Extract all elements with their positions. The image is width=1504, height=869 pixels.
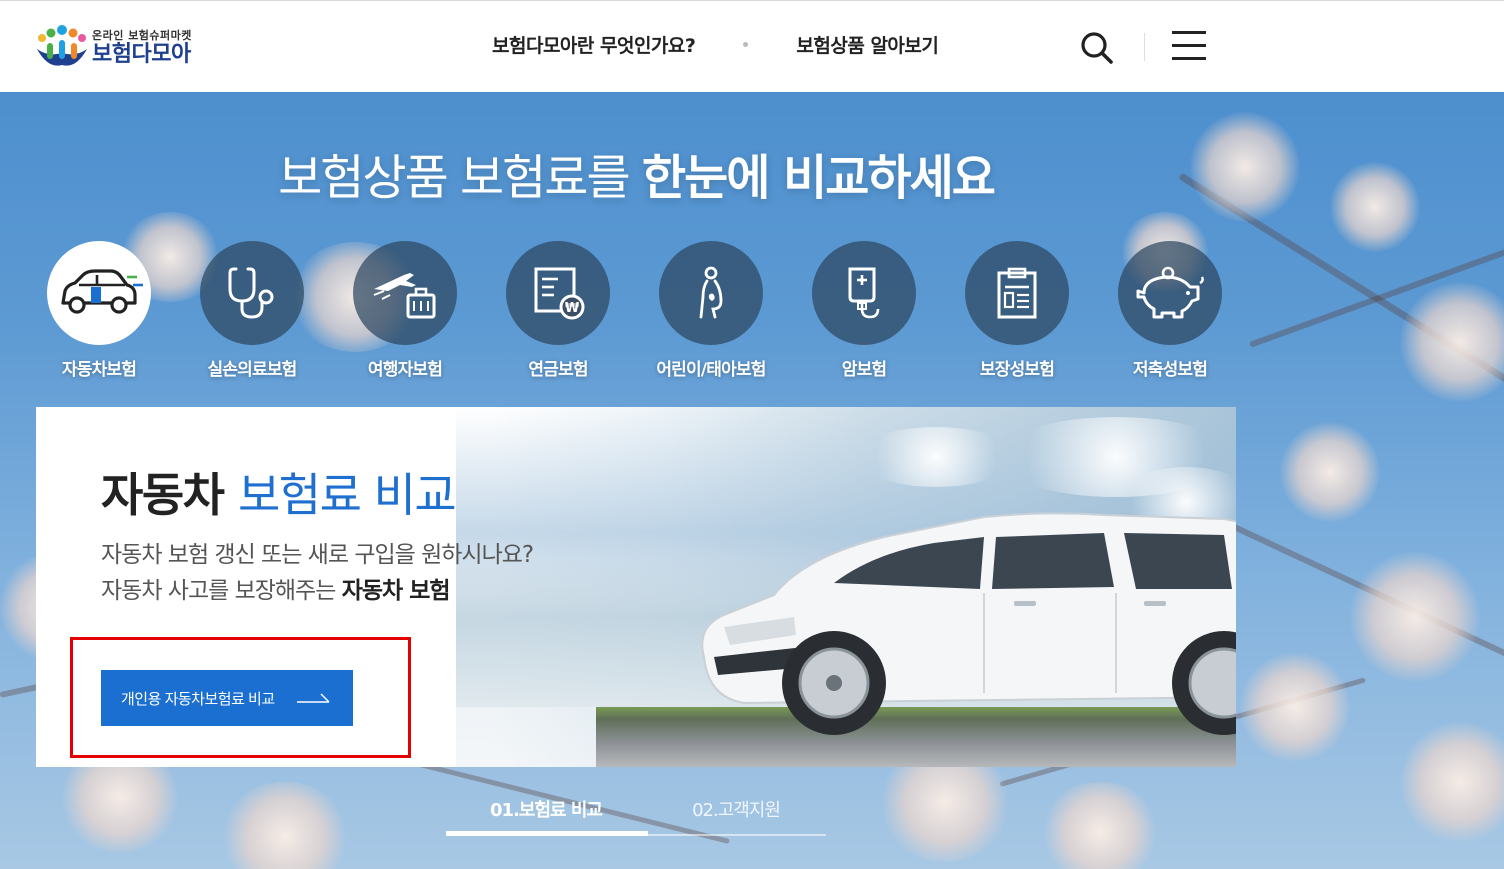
card-description-line1: 자동차 보험 갱신 또는 새로 구입을 원하시나요? [101, 542, 534, 568]
site-header: 온라인 보험슈퍼마켓 보험다모아 보험다모아란 무엇인가요? 보험상품 알아보기 [0, 0, 1504, 92]
tab-customer-support[interactable]: 02.고객지원 [646, 792, 826, 836]
hero-title-light: 보험상품 보험료를 [278, 150, 631, 206]
stethoscope-icon [228, 267, 274, 319]
category-label: 암보험 [841, 360, 887, 380]
category-label: 보장성보험 [979, 360, 1055, 380]
clipboard-icon [997, 267, 1037, 319]
category-pension-insurance[interactable]: ₩ 연금보험 [483, 241, 633, 380]
tab-underline [646, 834, 826, 836]
category-label: 자동차보험 [61, 360, 137, 380]
category-protection-insurance[interactable]: 보장성보험 [942, 241, 1092, 380]
product-card: 자동차 보험료 비교 자동차 보험 갱신 또는 새로 구입을 원하시나요? 자동… [36, 407, 1236, 767]
iv-bag-icon [848, 267, 880, 319]
category-label: 연금보험 [528, 360, 588, 380]
pension-document-icon: ₩ [534, 267, 585, 320]
nav-about[interactable]: 보험다모아란 무엇인가요? [492, 31, 696, 58]
site-logo[interactable]: 온라인 보험슈퍼마켓 보험다모아 [34, 23, 214, 73]
search-button[interactable] [1079, 30, 1115, 66]
card-title-blue: 보험료 비교 [237, 468, 457, 522]
hero-section: 보험상품 보험료를 한눈에 비교하세요 자동차보험 실손의료보험 여행자보험 ₩… [0, 92, 1504, 869]
logo-people-icon [34, 25, 90, 71]
category-savings-insurance[interactable]: 저축성보험 [1095, 241, 1245, 380]
airplane-luggage-icon [373, 273, 436, 319]
card-description-line2: 자동차 사고를 보장해주는 자동차 보험 [101, 573, 533, 609]
nav-products[interactable]: 보험상품 알아보기 [796, 31, 938, 58]
hero-title-strong: 한눈에 비교하세요 [641, 150, 996, 206]
arrow-right-icon [297, 693, 330, 703]
card-title-dark: 자동차 [101, 468, 225, 522]
card-title: 자동차 보험료 비교 [101, 459, 457, 525]
category-label: 여행자보험 [367, 360, 443, 380]
category-child-insurance[interactable]: 어린이/태아보험 [636, 241, 786, 380]
card-description: 자동차 보험 갱신 또는 새로 구입을 원하시나요? 자동차 사고를 보장해주는… [101, 537, 534, 609]
insurance-category-list: 자동차보험 실손의료보험 여행자보험 ₩ 연금보험 어린이/태아보험 암보험 보… [46, 241, 1236, 381]
category-label: 어린이/태아보험 [656, 360, 766, 380]
logo-title: 보험다모아 [92, 41, 191, 67]
pregnant-woman-icon [699, 266, 723, 319]
category-medical-insurance[interactable]: 실손의료보험 [177, 241, 327, 380]
logo-subtitle: 온라인 보험슈퍼마켓 [92, 28, 192, 42]
svg-text:₩: ₩ [565, 301, 580, 316]
main-nav: 보험다모아란 무엇인가요? 보험상품 알아보기 [492, 31, 939, 58]
tab-active-underline [446, 831, 648, 836]
category-travel-insurance[interactable]: 여행자보험 [330, 241, 480, 380]
card-description-bold: 자동차 보험 [341, 578, 451, 604]
tab-premium-compare[interactable]: 01.보험료 비교 [446, 792, 646, 836]
category-label: 실손의료보험 [207, 360, 297, 380]
hero-title: 보험상품 보험료를 한눈에 비교하세요 [0, 138, 1272, 208]
category-car-insurance[interactable]: 자동차보험 [24, 241, 174, 380]
piggy-bank-icon [1136, 266, 1204, 319]
white-suv-image [684, 497, 1236, 742]
nav-separator-dot [743, 42, 749, 47]
menu-button[interactable] [1172, 31, 1208, 63]
header-divider [1144, 33, 1145, 61]
category-cancer-insurance[interactable]: 암보험 [789, 241, 939, 380]
hamburger-icon [1172, 31, 1208, 60]
personal-car-insurance-compare-button[interactable]: 개인용 자동차보험료 비교 [101, 670, 353, 726]
cta-label: 개인용 자동차보험료 비교 [121, 690, 275, 708]
car-icon [61, 269, 143, 314]
category-label: 저축성보험 [1132, 360, 1208, 380]
card-description-prefix: 자동차 사고를 보장해주는 [101, 578, 336, 604]
search-icon [1081, 32, 1113, 64]
section-tabs: 01.보험료 비교 02.고객지원 [446, 792, 826, 838]
